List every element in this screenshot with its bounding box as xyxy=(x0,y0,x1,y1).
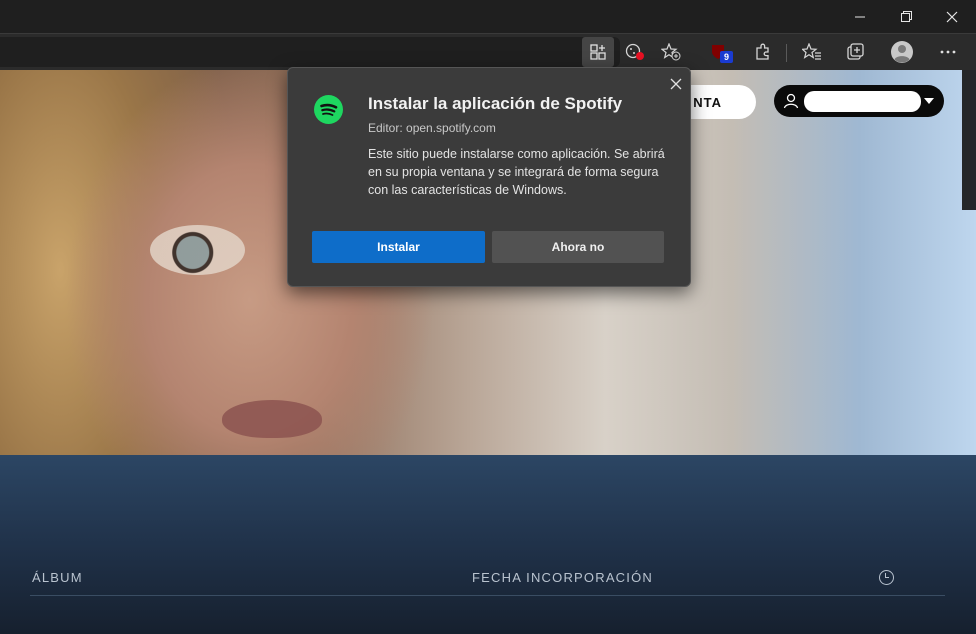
toolbar-separator xyxy=(786,44,787,62)
hero-image-eye xyxy=(150,225,245,275)
dialog-description: Este sitio puede instalarse como aplicac… xyxy=(368,147,665,197)
column-header-date-added[interactable]: FECHA INCORPORACIÓN xyxy=(472,570,653,585)
browser-toolbar: 9 xyxy=(0,33,976,70)
minimize-icon xyxy=(854,16,865,18)
ublock-badge: 9 xyxy=(720,51,733,63)
ublock-extension-button[interactable]: 9 xyxy=(703,37,735,67)
install-button[interactable]: Instalar xyxy=(312,231,485,263)
dialog-title: Instalar la aplicación de Spotify xyxy=(368,94,623,113)
spotify-logo-icon xyxy=(314,95,343,124)
app-available-icon xyxy=(590,44,606,60)
tracklist-divider xyxy=(30,595,945,596)
profile-button[interactable] xyxy=(886,37,918,67)
clock-icon[interactable] xyxy=(879,570,894,585)
tracklist-section: ÁLBUM FECHA INCORPORACIÓN xyxy=(0,455,976,634)
tracking-prevention-icon xyxy=(625,43,644,60)
install-app-dialog: Instalar la aplicación de Spotify Editor… xyxy=(287,67,691,287)
add-favorite-button[interactable] xyxy=(655,37,687,67)
dialog-close-button[interactable] xyxy=(666,74,686,94)
extensions-icon xyxy=(756,43,769,60)
hero-image-lips xyxy=(222,400,322,438)
chevron-down-icon xyxy=(924,98,934,104)
more-button[interactable] xyxy=(932,37,964,67)
close-icon xyxy=(670,78,682,90)
restore-button[interactable] xyxy=(883,0,929,33)
app-available-button[interactable] xyxy=(582,37,614,67)
window-titlebar xyxy=(0,0,976,33)
collections-button[interactable] xyxy=(840,37,872,67)
more-icon xyxy=(940,50,956,54)
user-menu-button[interactable] xyxy=(774,85,944,117)
not-now-button[interactable]: Ahora no xyxy=(492,231,664,263)
extensions-button[interactable] xyxy=(747,37,779,67)
address-bar[interactable] xyxy=(0,37,620,67)
add-favorite-icon xyxy=(661,43,681,61)
user-icon xyxy=(783,93,799,109)
page-scrollbar[interactable] xyxy=(962,70,976,210)
close-icon xyxy=(946,11,958,22)
close-window-button[interactable] xyxy=(929,0,975,33)
user-name-redacted xyxy=(804,91,921,112)
profile-icon xyxy=(891,41,913,63)
favorites-button[interactable] xyxy=(796,37,828,67)
tracking-prevention-button[interactable] xyxy=(619,37,651,67)
restore-icon xyxy=(900,11,912,22)
favorites-icon xyxy=(802,43,821,60)
column-header-album[interactable]: ÁLBUM xyxy=(32,570,83,585)
minimize-button[interactable] xyxy=(837,0,883,33)
collections-icon xyxy=(847,43,864,60)
dialog-editor: Editor: open.spotify.com xyxy=(368,121,496,135)
